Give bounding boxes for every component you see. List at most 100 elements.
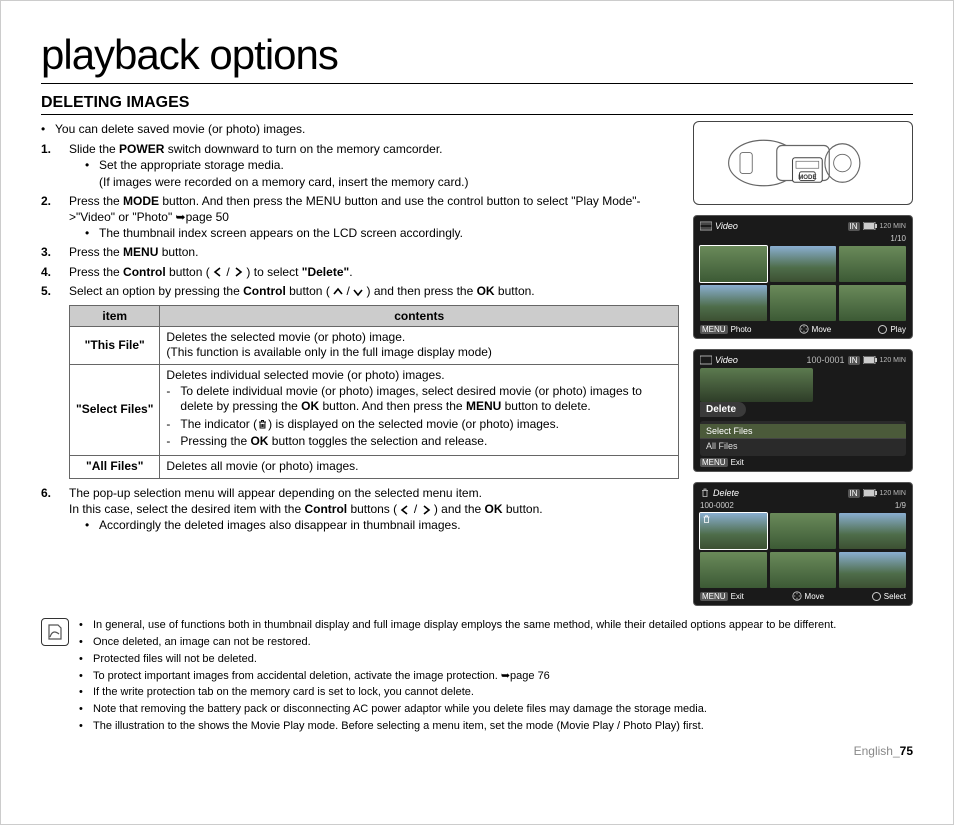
manual-page: playback options DELETING IMAGES • You c…	[0, 0, 954, 825]
ok-circle-icon	[872, 592, 881, 601]
lcd-minutes: 120 MIN	[880, 490, 906, 497]
text: Slide the	[69, 142, 119, 156]
thumbnail	[770, 513, 837, 549]
film-icon	[700, 355, 712, 365]
lcd-screen-delete-select: Delete IN 120 MIN 100-0002 1/9	[693, 482, 913, 606]
thumbnail	[839, 246, 906, 282]
thumbnail	[700, 246, 767, 282]
lcd-title: Video	[715, 221, 738, 231]
note-text: Protected files will not be deleted.	[93, 652, 257, 667]
text-bold: OK	[477, 284, 495, 298]
text: switch downward to turn on the memory ca…	[164, 142, 442, 156]
thumbnail	[839, 285, 906, 321]
cell-line: Deletes individual selected movie (or ph…	[166, 368, 672, 384]
step-number: 2.	[41, 193, 69, 242]
text: ) to select	[246, 265, 301, 279]
menu-item: Select Files	[700, 424, 906, 438]
text-bold: Control	[243, 284, 286, 298]
note-text: Note that removing the battery pack or d…	[93, 702, 707, 717]
up-arrow-icon	[333, 287, 343, 297]
intro-text: You can delete saved movie (or photo) im…	[55, 121, 305, 137]
text-bold: MODE	[123, 194, 159, 208]
footer-page-number: 75	[900, 744, 913, 758]
sub-text: (If images were recorded on a memory car…	[99, 174, 468, 190]
lcd-file-id: 100-0001	[806, 355, 844, 365]
thumbnail	[770, 552, 837, 588]
menu-tag: MENU	[700, 325, 728, 334]
cell-line: The indicator () is displayed on the sel…	[180, 417, 559, 433]
text-bold: Control	[304, 502, 347, 516]
slash: /	[226, 265, 233, 279]
battery-icon	[863, 489, 877, 497]
note-text: In general, use of functions both in thu…	[93, 618, 836, 633]
notes-block: •In general, use of functions both in th…	[41, 618, 913, 736]
page-title: playback options	[41, 31, 913, 84]
text-bold: OK	[485, 502, 503, 516]
storage-badge: IN	[848, 489, 860, 498]
footer-lang: English_	[854, 744, 900, 758]
lcd-hint: Move	[805, 592, 825, 601]
menu-tab: Delete	[700, 402, 746, 417]
note-text: To protect important images from acciden…	[93, 669, 550, 684]
ok-circle-icon	[878, 325, 887, 334]
lcd-counter: 1/9	[895, 501, 906, 510]
main-content: • You can delete saved movie (or photo) …	[41, 121, 679, 606]
storage-badge: IN	[848, 356, 860, 365]
text: buttons (	[347, 502, 400, 516]
lcd-hint: Select	[884, 592, 906, 601]
text: Press the	[69, 194, 123, 208]
text: The pop-up selection menu will appear de…	[69, 485, 679, 501]
lcd-screen-video-thumbs: Video IN 120 MIN 1/10	[693, 215, 913, 339]
table-row: "All Files" Deletes all movie (or photo)…	[70, 456, 679, 479]
step-number: 5.	[41, 283, 69, 299]
text: .	[349, 265, 352, 279]
table-row: "Select Files" Deletes individual select…	[70, 365, 679, 456]
text: ) and the	[434, 502, 485, 516]
left-arrow-icon	[400, 505, 410, 515]
note-icon	[41, 618, 69, 646]
cell-item: "All Files"	[70, 456, 160, 479]
section-heading: DELETING IMAGES	[41, 94, 913, 115]
lcd-screen-delete-menu: Video 100-0001 IN 120 MIN Delete	[693, 349, 913, 472]
battery-icon	[863, 356, 877, 364]
slash: /	[414, 502, 421, 516]
step-4: 4. Press the Control button ( / ) to sel…	[41, 264, 679, 280]
thumbnail	[700, 285, 767, 321]
lcd-counter: 1/10	[890, 234, 906, 243]
text: button (	[286, 284, 333, 298]
text-bold: POWER	[119, 142, 164, 156]
step-6: 6. The pop-up selection menu will appear…	[41, 485, 679, 534]
note-text: The illustration to the shows the Movie …	[93, 719, 704, 734]
step-2: 2. Press the MODE button. And then press…	[41, 193, 679, 242]
page-footer: English_75	[41, 744, 913, 758]
thumbnail	[770, 285, 837, 321]
text: button (	[166, 265, 213, 279]
trash-icon	[257, 419, 268, 430]
cell-line: (This function is available only in the …	[166, 345, 672, 361]
lcd-minutes: 120 MIN	[880, 357, 906, 364]
cell-contents: Deletes all movie (or photo) images.	[160, 456, 679, 479]
step-number: 4.	[41, 264, 69, 280]
step-5: 5. Select an option by pressing the Cont…	[41, 283, 679, 299]
text: button.	[495, 284, 535, 298]
thumbnail	[839, 513, 906, 549]
text: In this case, select the desired item wi…	[69, 502, 304, 516]
text: Press the	[69, 245, 123, 259]
menu-tag: MENU	[700, 458, 728, 467]
menu-tag: MENU	[700, 592, 728, 601]
step-3: 3. Press the MENU button.	[41, 244, 679, 260]
menu-item: All Files	[700, 438, 906, 453]
menu-panel: Select Files All Files	[700, 421, 906, 456]
cell-line: Deletes the selected movie (or photo) im…	[166, 330, 672, 346]
note-text: If the write protection tab on the memor…	[93, 685, 474, 700]
cell-item: "Select Files"	[70, 365, 160, 456]
film-icon	[700, 221, 712, 231]
right-arrow-icon	[233, 267, 243, 277]
text-bold: "Delete"	[302, 265, 349, 279]
thumbnail	[700, 552, 767, 588]
text-bold: Control	[123, 265, 166, 279]
thumbnail	[839, 552, 906, 588]
right-arrow-icon	[421, 505, 431, 515]
options-table: item contents "This File" Deletes the se…	[69, 305, 679, 479]
dpad-icon	[799, 324, 809, 334]
